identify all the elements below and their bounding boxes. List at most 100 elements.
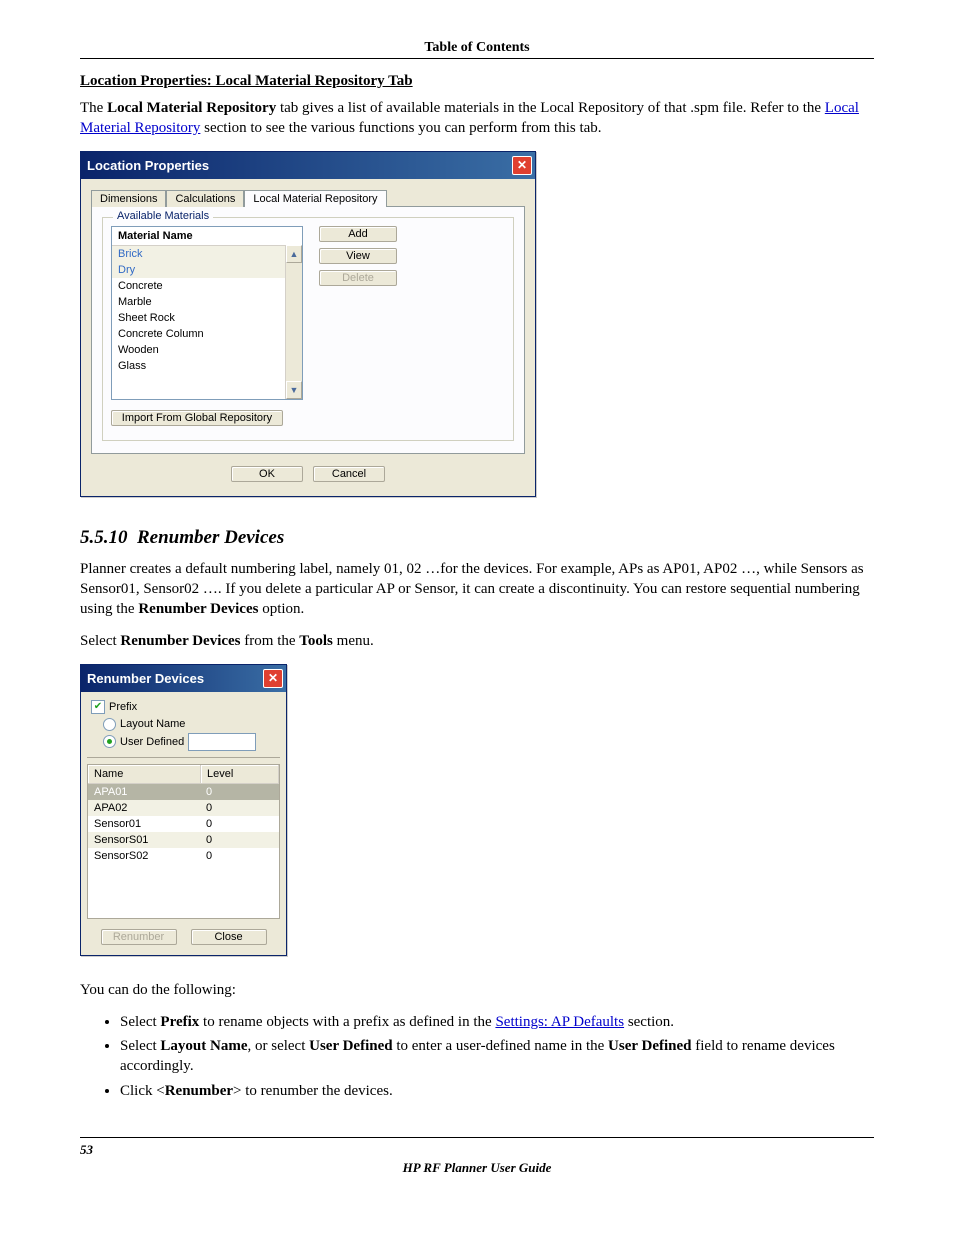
section1-paragraph: The Local Material Repository tab gives … xyxy=(80,98,874,139)
cell-level: 0 xyxy=(200,784,279,800)
toc-header: Table of Contents xyxy=(80,40,874,59)
txt: > to renumber the devices. xyxy=(233,1083,393,1099)
tab-local-material-repository[interactable]: Local Material Repository xyxy=(244,190,386,207)
devices-table: Name Level APA01 0 APA02 0 Sensor01 0 Se… xyxy=(87,764,280,919)
prefix-checkbox[interactable]: ✔ xyxy=(91,700,105,714)
cell-level: 0 xyxy=(200,800,279,816)
txt-bold: Tools xyxy=(299,633,333,649)
cell-level: 0 xyxy=(200,832,279,848)
page-number: 53 xyxy=(80,1142,874,1158)
tab-calculations[interactable]: Calculations xyxy=(166,190,244,207)
scroll-down-icon[interactable]: ▼ xyxy=(286,381,302,399)
section2-heading: 5.5.10 Renumber Devices xyxy=(80,527,874,549)
delete-button: Delete xyxy=(319,270,397,286)
fieldset-legend: Available Materials xyxy=(113,210,213,222)
txt-bold: Renumber Devices xyxy=(138,601,258,617)
button-column: Add View Delete xyxy=(319,226,397,292)
tab-dimensions[interactable]: Dimensions xyxy=(91,190,166,207)
txt: , or select xyxy=(247,1038,309,1054)
layout-name-radio[interactable] xyxy=(103,718,116,731)
prefix-label: Prefix xyxy=(109,701,137,713)
list-item[interactable]: Marble xyxy=(112,294,302,310)
cell-name: SensorS02 xyxy=(88,848,200,864)
list-item[interactable]: Concrete xyxy=(112,278,302,294)
txt-bold: User Defined xyxy=(309,1038,392,1054)
col-name[interactable]: Name xyxy=(88,765,201,784)
cell-level: 0 xyxy=(200,816,279,832)
scrollbar[interactable]: ▲ ▼ xyxy=(285,245,302,399)
dialog-title: Location Properties xyxy=(87,158,209,173)
txt-bold: Layout Name xyxy=(160,1038,247,1054)
ok-button[interactable]: OK xyxy=(231,466,303,482)
txt-bold: Renumber Devices xyxy=(120,633,240,649)
titlebar: Renumber Devices ✕ xyxy=(81,665,286,692)
txt-bold: Local Material Repository xyxy=(107,100,276,116)
cell-level: 0 xyxy=(200,848,279,864)
table-row[interactable]: SensorS01 0 xyxy=(88,832,279,848)
list-item[interactable]: Dry xyxy=(112,262,302,278)
txt: Select xyxy=(80,633,120,649)
txt: from the xyxy=(241,633,300,649)
close-icon[interactable]: ✕ xyxy=(512,156,532,175)
add-button[interactable]: Add xyxy=(319,226,397,242)
view-button[interactable]: View xyxy=(319,248,397,264)
cell-name: SensorS01 xyxy=(88,832,200,848)
list-item[interactable]: Concrete Column xyxy=(112,326,302,342)
cell-name: Sensor01 xyxy=(88,816,200,832)
section2-paragraph2: Select Renumber Devices from the Tools m… xyxy=(80,631,874,651)
txt: Click < xyxy=(120,1083,165,1099)
cell-name: APA01 xyxy=(88,784,200,800)
renumber-button: Renumber xyxy=(101,929,177,945)
list-item[interactable]: Glass xyxy=(112,358,302,374)
spacer xyxy=(88,864,279,918)
list-item: Select Layout Name, or select User Defin… xyxy=(120,1036,874,1077)
txt-bold: Prefix xyxy=(160,1014,199,1030)
col-level[interactable]: Level xyxy=(201,765,279,784)
table-row[interactable]: APA01 0 xyxy=(88,784,279,800)
txt: The xyxy=(80,100,107,116)
import-global-button[interactable]: Import From Global Repository xyxy=(111,410,283,426)
footer: 53 HP RF Planner User Guide xyxy=(80,1137,874,1176)
dialog-title: Renumber Devices xyxy=(87,671,204,686)
list-item: Click <Renumber> to renumber the devices… xyxy=(120,1081,874,1101)
list-header: Material Name xyxy=(112,227,302,246)
txt: option. xyxy=(258,601,304,617)
cancel-button[interactable]: Cancel xyxy=(313,466,385,482)
instructions-list: Select Prefix to rename objects with a p… xyxy=(120,1012,874,1101)
list-item[interactable]: Brick xyxy=(112,246,302,262)
section-title: Renumber Devices xyxy=(137,527,284,548)
table-row[interactable]: APA02 0 xyxy=(88,800,279,816)
renumber-devices-dialog: Renumber Devices ✕ ✔ Prefix Layout Name … xyxy=(80,664,287,956)
user-defined-radio[interactable] xyxy=(103,735,116,748)
txt: menu. xyxy=(333,633,374,649)
txt: Select xyxy=(120,1014,160,1030)
location-properties-dialog: Location Properties ✕ Dimensions Calcula… xyxy=(80,151,536,497)
table-row[interactable]: Sensor01 0 xyxy=(88,816,279,832)
footer-title: HP RF Planner User Guide xyxy=(80,1160,874,1176)
list-item[interactable]: Sheet Rock xyxy=(112,310,302,326)
scroll-up-icon[interactable]: ▲ xyxy=(286,245,302,263)
section1-heading: Location Properties: Local Material Repo… xyxy=(80,73,874,90)
txt: to enter a user-defined name in the xyxy=(393,1038,608,1054)
section2-paragraph1: Planner creates a default numbering labe… xyxy=(80,559,874,620)
txt: section. xyxy=(624,1014,674,1030)
instructions-lead: You can do the following: xyxy=(80,980,874,1000)
close-button[interactable]: Close xyxy=(191,929,267,945)
txt-bold: Renumber xyxy=(165,1083,233,1099)
divider xyxy=(87,757,280,758)
link-settings-ap-defaults[interactable]: Settings: AP Defaults xyxy=(495,1014,624,1030)
section-number: 5.5.10 xyxy=(80,527,128,548)
txt: tab gives a list of available materials … xyxy=(276,100,825,116)
table-row[interactable]: SensorS02 0 xyxy=(88,848,279,864)
materials-listbox[interactable]: Material Name Brick Dry Concrete Marble … xyxy=(111,226,303,400)
close-icon[interactable]: ✕ xyxy=(263,669,283,688)
user-defined-label: User Defined xyxy=(120,736,184,748)
layout-name-label: Layout Name xyxy=(120,718,185,730)
list-item: Select Prefix to rename objects with a p… xyxy=(120,1012,874,1032)
txt: Select xyxy=(120,1038,160,1054)
txt: to rename objects with a prefix as defin… xyxy=(199,1014,495,1030)
txt-bold: User Defined xyxy=(608,1038,691,1054)
list-item[interactable]: Wooden xyxy=(112,342,302,358)
user-defined-input[interactable] xyxy=(188,733,256,751)
titlebar: Location Properties ✕ xyxy=(81,152,535,179)
